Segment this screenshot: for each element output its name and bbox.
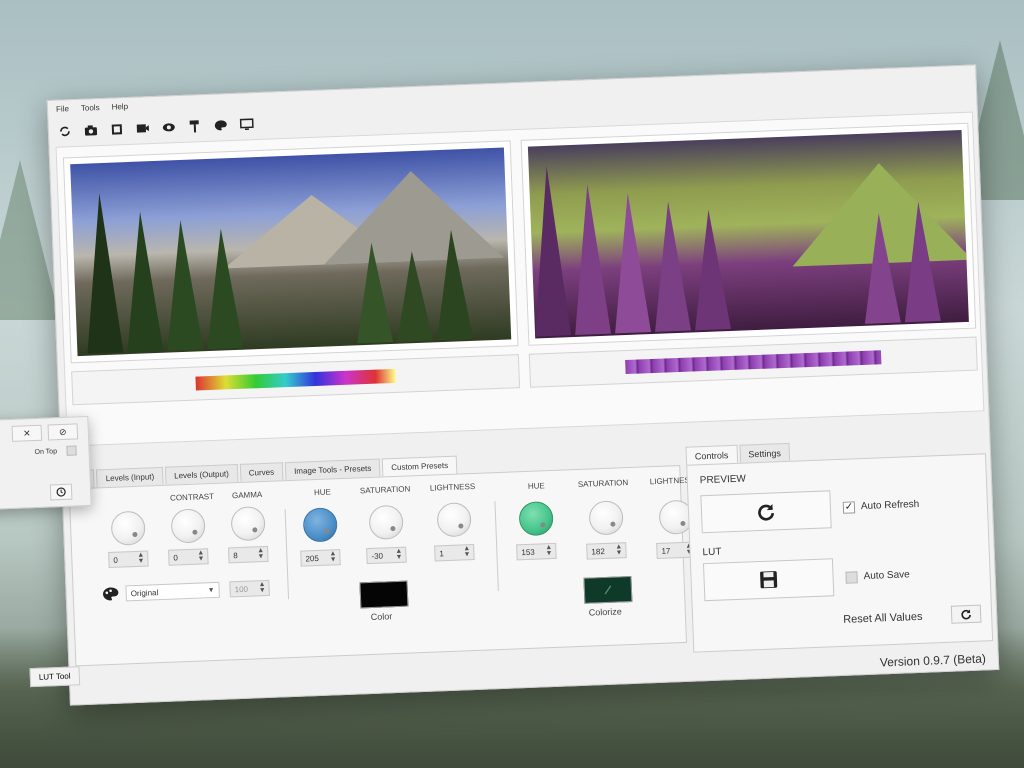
controls-side-panel: PREVIEW ✓ Auto Refresh LUT Auto Save Res… [686, 453, 994, 653]
tab-settings[interactable]: Settings [738, 442, 791, 463]
refresh-icon[interactable] [57, 123, 74, 140]
tab-controls[interactable]: Controls [685, 444, 738, 465]
lut-label: LUT [702, 546, 722, 559]
menu-tools[interactable]: Tools [81, 103, 100, 118]
saturation-label: SATURATION [359, 484, 411, 496]
save-icon [760, 571, 778, 589]
colorize-saturation-spinner[interactable]: 182 ▲ ▼ [586, 542, 627, 560]
auto-save-label: Auto Save [863, 569, 910, 583]
lut-tool-window: File Tools Help Levels (Input) Levels (O… [29, 64, 1000, 706]
disable-button[interactable]: ⊘ [47, 423, 79, 441]
colorize-saturation-knob[interactable] [588, 500, 624, 536]
preset-amount-spinner[interactable]: 100 ▲ ▼ [229, 579, 270, 598]
brightness-knob[interactable] [110, 510, 146, 546]
on-top-checkbox[interactable] [66, 445, 77, 456]
controls-panel: CONTRAST GAMMA 0 ▲ ▼ 0 ▲ ▼ 8 ▲ ▼ Original ▼ 100… [68, 465, 731, 667]
group-divider [284, 509, 290, 600]
color-hue-spinner[interactable]: 205 ▲ ▼ [300, 549, 341, 567]
tab-curves[interactable]: Curves [239, 462, 284, 482]
original-color-strip [195, 368, 396, 391]
colorize-hue-spinner[interactable]: 153 ▲ ▼ [516, 542, 557, 561]
camera-icon[interactable] [83, 122, 100, 139]
colorize-swatch[interactable] [583, 575, 633, 604]
color-lightness-knob[interactable] [436, 502, 472, 538]
gamma-knob[interactable] [230, 506, 266, 542]
contrast-label: CONTRAST [169, 491, 215, 503]
palette-icon[interactable] [213, 117, 230, 134]
on-top-label: On Top [34, 448, 58, 457]
auto-refresh-checkbox[interactable]: ✓ [842, 501, 856, 514]
film-icon[interactable] [109, 121, 126, 138]
desktop-background: File Tools Help Levels (Input) Levels (O… [0, 0, 1024, 768]
group-divider [494, 501, 499, 592]
save-lut-button[interactable] [702, 558, 835, 602]
contrast-spinner[interactable]: 0 ▲ ▼ [168, 548, 209, 566]
eyedropper-icon [604, 585, 612, 595]
preview-area [55, 111, 985, 447]
graded-color-strip [625, 350, 882, 375]
reset-all-button[interactable] [950, 604, 982, 624]
gamma-label: GAMMA [231, 490, 263, 501]
original-pane [62, 140, 521, 439]
preset-select[interactable]: Original ▼ [125, 581, 220, 602]
refresh-preview-button[interactable] [700, 490, 832, 534]
refresh-icon [758, 504, 775, 521]
original-image-frame [62, 140, 519, 364]
palette-icon [101, 586, 120, 608]
color-saturation-spinner[interactable]: -30 ▲ ▼ [366, 546, 407, 565]
menu-file[interactable]: File [56, 104, 69, 118]
auto-refresh-label: Auto Refresh [860, 498, 920, 513]
gamma-spinner[interactable]: 8 ▲ ▼ [228, 545, 269, 564]
hue-label: HUE [313, 487, 332, 498]
color-lightness-spinner[interactable]: 1 ▲ ▼ [434, 543, 475, 562]
menu-help[interactable]: Help [111, 102, 128, 117]
color-hue-knob[interactable] [302, 507, 338, 543]
lightness-label: LIGHTNESS [429, 481, 476, 493]
lut-tool-tab-label: LUT Tool [38, 671, 71, 682]
clock-button[interactable] [49, 483, 73, 501]
reset-all-label: Reset All Values [843, 610, 923, 626]
colorize-saturation-label: SATURATION [577, 478, 629, 489]
colorize-hue-label: HUE [527, 481, 545, 491]
video-icon[interactable] [135, 120, 152, 137]
original-image [70, 147, 512, 357]
close-button[interactable]: ✕ [11, 424, 43, 442]
paint-roller-icon[interactable] [187, 118, 204, 135]
auto-save-checkbox[interactable] [845, 571, 858, 584]
mini-window: ✕ ⊘ On Top [0, 415, 92, 511]
colorize-hue-knob[interactable] [518, 500, 554, 537]
original-palette-strip [71, 354, 521, 406]
color-label: Color [370, 611, 393, 623]
graded-pane [520, 122, 979, 422]
tab-lut-tool[interactable]: LUT Tool [29, 666, 80, 688]
graded-palette-strip [528, 336, 978, 388]
version-label: Version 0.9.7 (Beta) [879, 651, 987, 670]
eye-icon[interactable] [161, 119, 178, 136]
preview-label: PREVIEW [699, 473, 747, 487]
color-saturation-knob[interactable] [368, 504, 404, 540]
brightness-spinner[interactable]: 0 ▲ ▼ [108, 550, 149, 569]
monitor-icon[interactable] [238, 116, 255, 133]
graded-image [527, 129, 969, 339]
contrast-knob[interactable] [170, 508, 206, 544]
graded-image-frame [520, 122, 977, 346]
clock-icon [56, 487, 66, 497]
color-swatch[interactable] [359, 580, 409, 609]
colorize-label: Colorize [588, 606, 622, 618]
refresh-icon [961, 609, 971, 620]
